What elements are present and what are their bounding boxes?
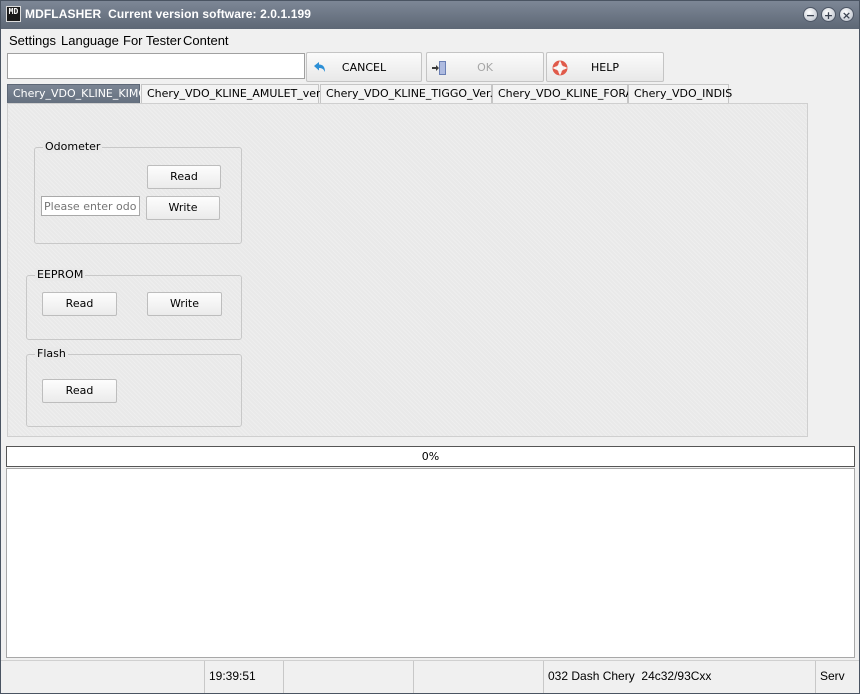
close-icon[interactable]: × <box>839 7 854 22</box>
menu-content[interactable]: Content <box>183 33 229 48</box>
app-logo-icon: MD <box>6 6 21 22</box>
progress-bar: 0% <box>6 446 855 467</box>
toolbar: CANCEL OK HELP <box>1 51 859 84</box>
help-label: HELP <box>591 61 619 74</box>
eeprom-read-button[interactable]: Read <box>42 292 117 316</box>
menu-language[interactable]: Language <box>61 33 119 48</box>
maximize-icon[interactable]: + <box>821 7 836 22</box>
eeprom-group: EEPROM Read Write <box>26 268 242 340</box>
flash-title: Flash <box>35 347 68 360</box>
status-server: Serv <box>820 669 845 683</box>
flash-read-button[interactable]: Read <box>42 379 117 403</box>
status-chip: 24c32/93Cxx <box>641 669 712 683</box>
status-device: 032 Dash Chery 24c32/93Cxx <box>544 661 816 693</box>
version-text: Current version software: 2.0.1.199 <box>108 7 312 21</box>
minimize-icon[interactable]: − <box>803 7 818 22</box>
odometer-group: Odometer Read Write <box>34 140 242 244</box>
odometer-input[interactable] <box>41 196 140 216</box>
progress-label: 0% <box>421 450 440 463</box>
tab-chery-vdo-indis[interactable]: Chery_VDO_INDIS <box>628 84 732 103</box>
menu-for-tester[interactable]: For Tester <box>123 33 181 48</box>
status-bar: 19:39:51 032 Dash Chery 24c32/93Cxx Serv <box>1 660 859 693</box>
command-input[interactable] <box>7 53 305 79</box>
menu-bar: Settings Language For Tester Content <box>1 29 859 51</box>
tab-chery-vdo-kline-kimo[interactable]: Chery_VDO_KLINE_KIMO <box>7 84 147 103</box>
tab-chery-vdo-kline-fora[interactable]: Chery_VDO_KLINE_FORA <box>492 84 633 103</box>
cancel-label: CANCEL <box>341 61 387 74</box>
title-bar[interactable]: MD MDFLASHER Current version software: 2… <box>1 1 859 29</box>
cancel-button[interactable]: CANCEL <box>306 52 422 82</box>
ok-button[interactable]: OK <box>426 52 544 82</box>
tab-chery-vdo-kline-tiggo[interactable]: Chery_VDO_KLINE_TIGGO_Ver.1 <box>320 84 500 103</box>
window-title: MDFLASHER Current version software: 2.0.… <box>25 7 311 21</box>
odometer-read-button[interactable]: Read <box>147 165 221 189</box>
tab-chery-vdo-kline-amulet[interactable]: Chery_VDO_KLINE_AMULET_ver.1 <box>141 84 330 103</box>
menu-settings[interactable]: Settings <box>9 33 56 48</box>
app-name: MDFLASHER <box>25 7 102 21</box>
odometer-title: Odometer <box>43 140 103 153</box>
status-cell-empty-1 <box>1 661 205 693</box>
app-window: MD MDFLASHER Current version software: 2… <box>0 0 860 694</box>
tab-panel: Odometer Read Write EEPROM Read Write Fl… <box>7 103 808 437</box>
status-cell-empty-2 <box>284 661 414 693</box>
odometer-write-button[interactable]: Write <box>146 196 220 220</box>
eeprom-title: EEPROM <box>35 268 86 281</box>
help-button[interactable]: HELP <box>546 52 664 82</box>
flash-group: Flash Read <box>26 347 242 427</box>
status-time: 19:39:51 <box>205 661 284 693</box>
status-cell-empty-3 <box>414 661 544 693</box>
eeprom-write-button[interactable]: Write <box>147 292 222 316</box>
log-output[interactable] <box>6 468 855 658</box>
status-device-name: 032 Dash Chery <box>548 669 635 683</box>
ok-label: OK <box>477 61 493 74</box>
